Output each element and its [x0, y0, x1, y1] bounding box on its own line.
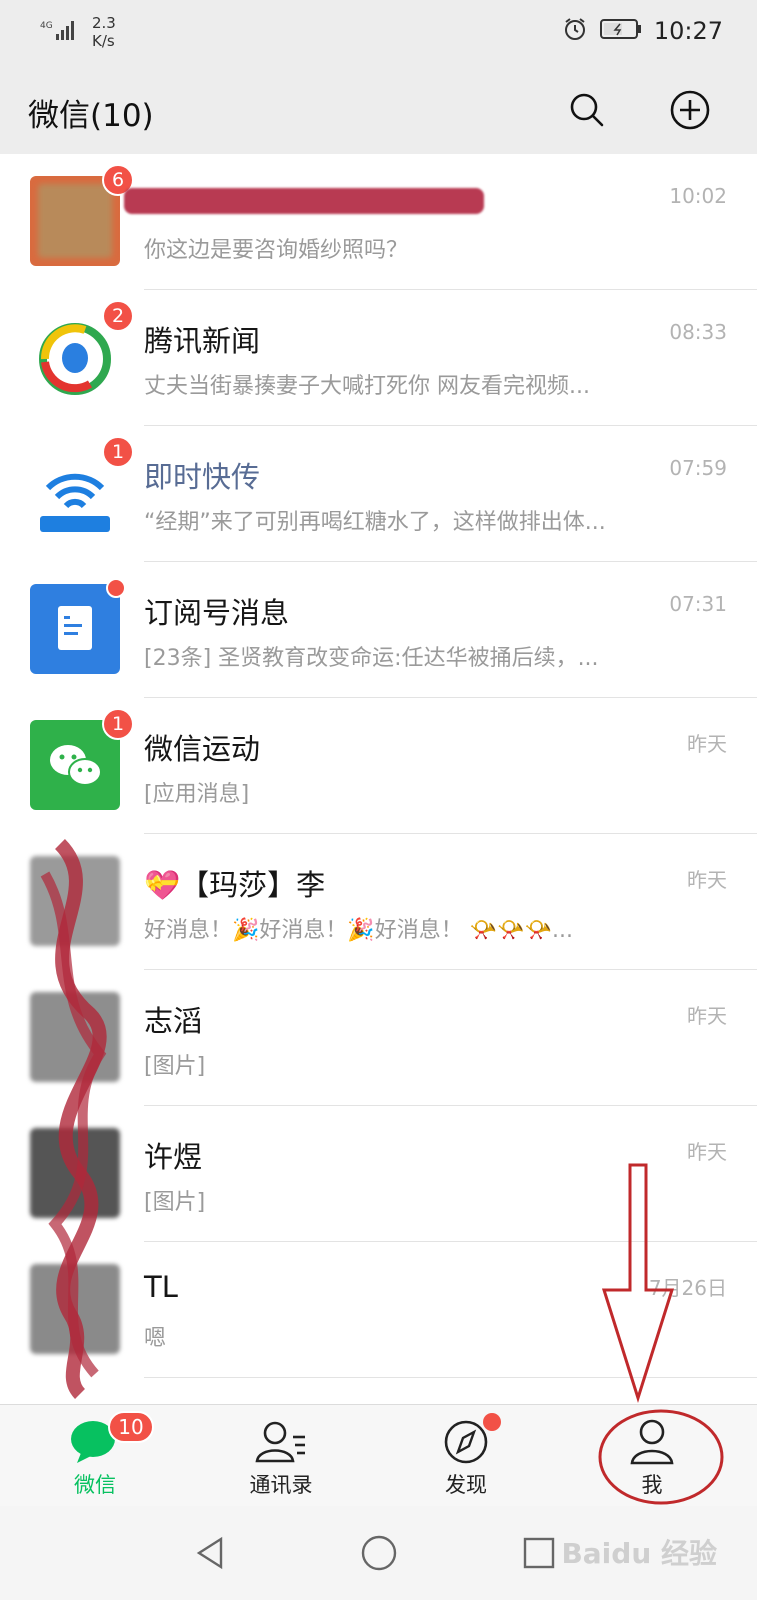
- chat-row[interactable]: TL 嗯 7月26日: [0, 1242, 757, 1378]
- tab-label: 我: [641, 1473, 663, 1497]
- avatar: [30, 578, 126, 674]
- chat-name: 志滔: [144, 1004, 203, 1038]
- chat-time: 7月26日: [648, 1276, 727, 1300]
- battery-icon: [599, 18, 642, 44]
- chat-time: 10:02: [669, 184, 727, 208]
- subscription-doc-icon: [58, 606, 92, 650]
- chat-time: 昨天: [687, 868, 727, 892]
- avatar: [30, 1264, 120, 1354]
- unread-badge: 1: [102, 436, 134, 468]
- chat-name: 💝【玛莎】李: [144, 868, 326, 902]
- tab-unread-badge: 10: [108, 1411, 154, 1443]
- avatar: 1: [30, 436, 134, 538]
- speed-value: 2.3: [92, 14, 116, 32]
- contacts-icon: [255, 1421, 305, 1463]
- chat-name: 腾讯新闻: [144, 324, 261, 358]
- page-title: 微信(10): [28, 98, 154, 134]
- clock: 10:27: [653, 17, 723, 45]
- avatar: 1: [30, 708, 134, 810]
- chat-preview: 嗯: [144, 1326, 167, 1351]
- tab-unread-dot: [483, 1413, 501, 1431]
- chat-row[interactable]: 💝【玛莎】李 好消息！🎉好消息！🎉好消息！ 📯📯📯... 昨天: [0, 834, 757, 970]
- chat-preview: [图片]: [144, 1190, 206, 1215]
- redacted-name: [124, 188, 484, 214]
- chat-row[interactable]: 1 即时快传 “经期”来了可别再喝红糖水了，这样做排出体... 07:59: [0, 426, 757, 562]
- chat-name: 许煜: [144, 1140, 203, 1174]
- chat-preview: [图片]: [144, 1054, 206, 1079]
- status-bar: 4G 2.3 K/s 10:27: [0, 0, 757, 64]
- chat-row[interactable]: 志滔 [图片] 昨天: [0, 970, 757, 1106]
- chat-preview: 你这边是要咨询婚纱照吗？: [144, 238, 409, 263]
- plus-circle-icon[interactable]: [668, 88, 712, 132]
- chat-row[interactable]: 6 你这边是要咨询婚纱照吗？ 10:02: [0, 154, 757, 290]
- signal-icon: 4G: [40, 18, 80, 46]
- avatar: 6: [30, 164, 134, 266]
- chat-row[interactable]: 1 微信运动 [应用消息] 昨天: [0, 698, 757, 834]
- tab-label: 通讯录: [249, 1473, 313, 1497]
- baidu-watermark: Baidu 经验: [561, 1537, 717, 1570]
- person-icon: [630, 1419, 674, 1465]
- chat-list: 6 你这边是要咨询婚纱照吗？ 10:02 2 腾讯新闻 丈夫当街暴揍妻子大喊打死…: [0, 154, 757, 1404]
- chat-preview: 丈夫当街暴揍妻子大喊打死你 网友看完视频...: [144, 374, 590, 399]
- network-speed: 2.3 K/s: [92, 14, 116, 50]
- chat-row[interactable]: 许煜 [图片] 昨天: [0, 1106, 757, 1242]
- tab-discover[interactable]: 发现: [371, 1405, 561, 1507]
- avatar: [30, 1128, 120, 1218]
- triangle-back-icon[interactable]: [186, 1528, 236, 1578]
- app-header: 微信(10): [0, 64, 757, 154]
- speed-unit: K/s: [92, 32, 115, 50]
- chat-name: TL: [144, 1270, 178, 1304]
- chat-row[interactable]: 订阅号消息 [23条] 圣贤教育改变命运:任达华被捅后续，... 07:31: [0, 562, 757, 698]
- chat-preview: [应用消息]: [144, 782, 250, 807]
- chat-preview: “经期”来了可别再喝红糖水了，这样做排出体...: [144, 510, 606, 535]
- tab-label: 微信: [74, 1473, 116, 1497]
- chat-time: 08:33: [669, 320, 727, 344]
- tab-me[interactable]: 我: [557, 1405, 747, 1507]
- system-nav-bar: Baidu 经验: [0, 1506, 757, 1600]
- chat-time: 昨天: [687, 1140, 727, 1164]
- divider: [144, 1377, 757, 1378]
- unread-badge: 1: [102, 708, 134, 740]
- chat-preview: 好消息！🎉好消息！🎉好消息！ 📯📯📯...: [144, 918, 573, 943]
- tab-label: 发现: [445, 1473, 487, 1497]
- bottom-tab-bar: 10 微信 通讯录 发现 我: [0, 1404, 757, 1506]
- search-icon[interactable]: [565, 88, 609, 132]
- chat-name: 微信运动: [144, 732, 261, 766]
- chat-preview: [23条] 圣贤教育改变命运:任达华被捅后续，...: [144, 646, 599, 671]
- square-recent-icon[interactable]: [514, 1528, 564, 1578]
- chat-name: 订阅号消息: [144, 596, 290, 630]
- chat-time: 昨天: [687, 1004, 727, 1028]
- circle-home-icon[interactable]: [354, 1528, 404, 1578]
- tab-chats[interactable]: 10 微信: [0, 1405, 190, 1507]
- heart-gift-icon: 💝: [144, 868, 181, 902]
- alarm-icon: [562, 16, 588, 46]
- chat-time: 昨天: [687, 732, 727, 756]
- unread-badge: 2: [102, 300, 134, 332]
- avatar: 2: [30, 300, 134, 402]
- chat-time: 07:59: [669, 456, 727, 480]
- chat-row[interactable]: 2 腾讯新闻 丈夫当街暴揍妻子大喊打死你 网友看完视频... 08:33: [0, 290, 757, 426]
- chat-name: 即时快传: [144, 460, 261, 494]
- tab-contacts[interactable]: 通讯录: [186, 1405, 376, 1507]
- network-type: 4G: [40, 21, 53, 31]
- avatar: [30, 856, 120, 946]
- unread-dot: [106, 578, 126, 598]
- chat-time: 07:31: [669, 592, 727, 616]
- avatar: [30, 992, 120, 1082]
